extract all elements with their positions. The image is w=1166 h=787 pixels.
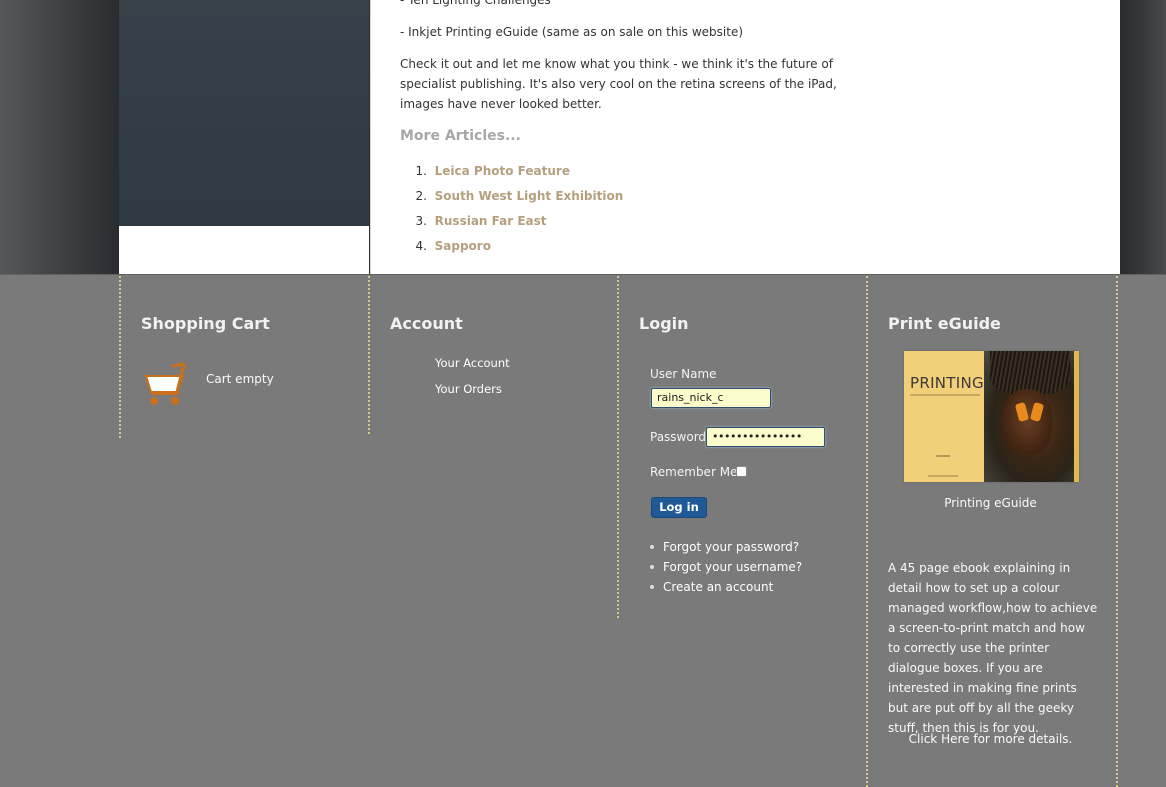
article-paragraph: Check it out and let me know what you th…	[400, 57, 837, 111]
login-title: Login	[639, 314, 689, 333]
column-divider	[617, 276, 619, 618]
article-number: 1.	[415, 164, 427, 178]
sidebar-image	[119, 0, 369, 226]
cover-author-line	[936, 455, 950, 457]
more-article-item: 3. Russian Far East	[400, 211, 623, 236]
more-article-link[interactable]: South West Light Exhibition	[435, 189, 624, 203]
footer-divider	[0, 274, 1166, 275]
username-label: User Name	[650, 367, 717, 381]
eguide-description: A 45 page ebook explaining in detail how…	[888, 561, 1098, 735]
right-shadow	[1119, 0, 1166, 274]
remember-me-checkbox[interactable]	[736, 466, 747, 477]
eguide-caption[interactable]: Printing eGuide	[888, 496, 1093, 510]
column-divider	[866, 276, 868, 787]
more-article-item: 4. Sapporo	[400, 236, 623, 261]
eguide-title: Print eGuide	[888, 314, 1001, 333]
cover-photo	[984, 351, 1079, 482]
column-divider	[119, 276, 121, 438]
cover-spine	[1074, 351, 1079, 482]
forgot-password-item[interactable]: Forgot your password?	[650, 538, 802, 558]
more-article-item: 2. South West Light Exhibition	[400, 186, 624, 211]
eguide-cover-image[interactable]: PRINTING	[904, 351, 1079, 482]
more-article-item: 1. Leica Photo Feature	[400, 161, 623, 186]
forgot-password-link[interactable]: Forgot your password?	[663, 540, 799, 554]
your-orders-link[interactable]: Your Orders	[435, 382, 502, 396]
bullet-icon	[650, 564, 654, 569]
cover-subtitle-line	[910, 394, 980, 396]
shopping-cart-icon[interactable]	[143, 362, 191, 408]
cart-status: Cart empty	[206, 372, 274, 386]
forgot-username-link[interactable]: Forgot your username?	[663, 560, 802, 574]
account-title: Account	[390, 314, 463, 333]
create-account-item[interactable]: Create an account	[650, 578, 802, 598]
login-links-list: Forgot your password? Forgot your userna…	[650, 538, 802, 598]
password-label: Password	[650, 430, 707, 444]
more-articles-heading: More Articles...	[400, 128, 521, 144]
article-number: 4.	[415, 239, 427, 253]
eguide-details-link[interactable]: Click Here for more details.	[888, 732, 1093, 746]
more-article-link[interactable]: Russian Far East	[435, 214, 547, 228]
article-number: 3.	[415, 214, 427, 228]
cover-panel: PRINTING	[904, 351, 984, 482]
more-articles-list: 1. Leica Photo Feature 2. South West Ligh…	[400, 161, 624, 261]
login-button[interactable]: Log in	[651, 497, 707, 518]
column-divider	[1116, 276, 1118, 787]
article-line-ten-lighting: - Ten Lighting Challenges	[400, 0, 551, 7]
article-number: 2.	[415, 189, 427, 203]
cover-publisher-line	[928, 475, 958, 477]
bullet-icon	[650, 544, 654, 549]
password-field[interactable]: •••••••••••••••	[706, 427, 825, 447]
more-article-link[interactable]: Sapporo	[435, 239, 491, 253]
photo-face	[1002, 389, 1052, 455]
your-account-link[interactable]: Your Account	[435, 356, 510, 370]
cover-title: PRINTING	[910, 374, 984, 392]
article-content: - Ten Lighting Challenges - Inkjet Print…	[370, 0, 1120, 274]
cart-title: Shopping Cart	[141, 314, 270, 333]
username-field[interactable]: rains_nick_c	[651, 388, 771, 408]
more-article-link[interactable]: Leica Photo Feature	[435, 164, 570, 178]
remember-me-label: Remember Me	[650, 465, 738, 479]
article-line-inkjet: - Inkjet Printing eGuide (same as on sal…	[400, 25, 744, 39]
column-divider	[368, 276, 370, 434]
left-sidebar	[119, 0, 369, 274]
left-shadow	[0, 0, 119, 274]
create-account-link[interactable]: Create an account	[663, 580, 773, 594]
forgot-username-item[interactable]: Forgot your username?	[650, 558, 802, 578]
bullet-icon	[650, 584, 654, 589]
